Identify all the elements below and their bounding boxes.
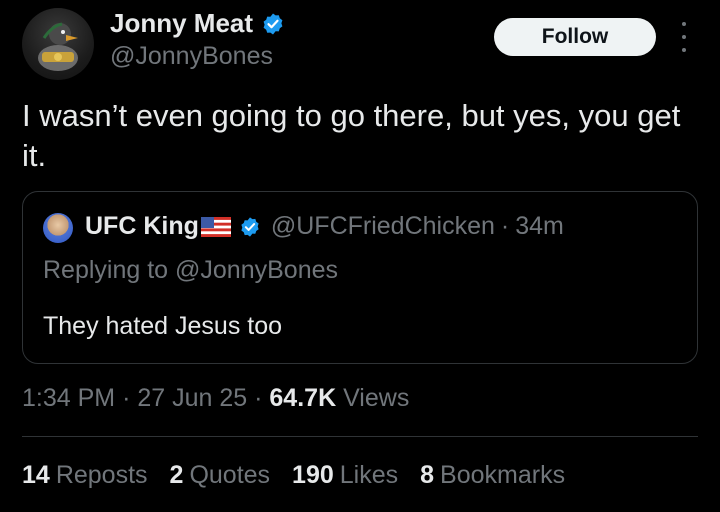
- quoted-header: UFC King @UFCFriedChicken · 34m: [85, 212, 564, 241]
- quoted-tweet[interactable]: UFC King @UFCFriedChicken · 34m Replying…: [22, 191, 698, 364]
- quoted-handle[interactable]: @UFCFriedChicken: [271, 212, 495, 241]
- more-options-icon[interactable]: [676, 22, 692, 52]
- engagement-stats: 14 Reposts 2 Quotes 190 Likes 8 Bookmarks: [22, 461, 565, 490]
- verified-badge-icon: [263, 13, 283, 34]
- tweet-text: I wasn’t even going to go there, but yes…: [22, 98, 681, 173]
- quoted-display-name[interactable]: UFC King: [85, 212, 199, 241]
- meta-separator: ·: [122, 384, 131, 412]
- views-count: 64.7K: [269, 384, 337, 412]
- author-name-row: Jonny Meat: [110, 8, 285, 39]
- duck-avatar-icon: [38, 22, 78, 71]
- reposts-count: 14: [22, 461, 50, 489]
- us-flag-icon: [200, 216, 231, 237]
- likes-count: 190: [292, 461, 334, 489]
- tweet-time[interactable]: 1:34 PM: [22, 384, 115, 412]
- reposts-label: Reposts: [55, 461, 148, 489]
- quoted-text: They hated Jesus too: [43, 312, 283, 340]
- tweet: Jonny Meat @JonnyBones Follow I wasn’t e…: [0, 0, 720, 512]
- quotes-count: 2: [169, 461, 184, 489]
- likes-stat[interactable]: 190 Likes: [292, 461, 398, 490]
- tweet-meta: 1:34 PM · 27 Jun 25 · 64.7K Views: [22, 384, 409, 413]
- bookmarks-stat[interactable]: 8 Bookmarks: [420, 461, 565, 490]
- meta-separator: ·: [254, 384, 263, 412]
- reposts-stat[interactable]: 14 Reposts: [22, 461, 148, 490]
- quoted-verified-badge-icon: [241, 216, 259, 237]
- likes-label: Likes: [339, 461, 399, 489]
- author-avatar[interactable]: [22, 8, 94, 80]
- quoted-separator: ·: [500, 212, 510, 240]
- tweet-date[interactable]: 27 Jun 25: [137, 384, 247, 412]
- follow-button[interactable]: Follow: [494, 18, 656, 56]
- quoted-author-avatar[interactable]: [43, 213, 73, 243]
- author-handle[interactable]: @JonnyBones: [110, 42, 273, 71]
- views-label: Views: [343, 384, 410, 412]
- divider: [22, 436, 698, 437]
- bookmarks-label: Bookmarks: [440, 461, 566, 489]
- quotes-stat[interactable]: 2 Quotes: [170, 461, 271, 490]
- quoted-time[interactable]: 34m: [515, 212, 564, 241]
- quoted-replying-to: Replying to @JonnyBones: [43, 256, 338, 284]
- quotes-label: Quotes: [189, 461, 271, 489]
- author-display-name[interactable]: Jonny Meat: [110, 8, 253, 39]
- bookmarks-count: 8: [420, 461, 435, 489]
